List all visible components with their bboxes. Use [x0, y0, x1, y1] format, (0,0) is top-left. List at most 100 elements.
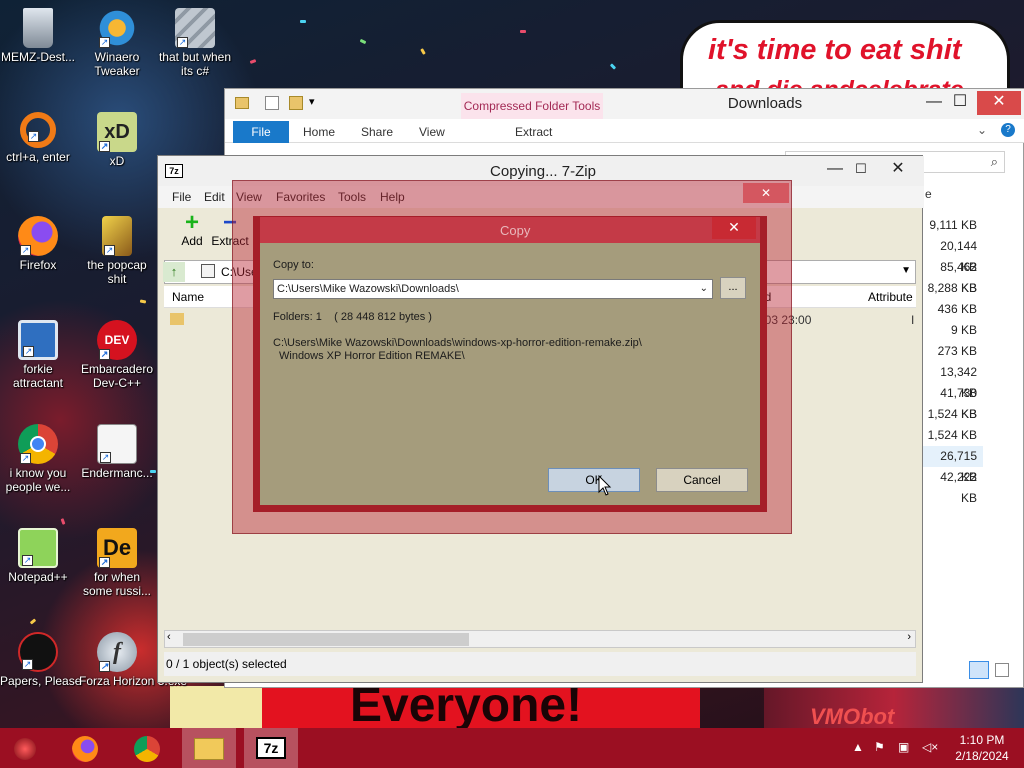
horizontal-scrollbar[interactable]: ‹ › [164, 630, 916, 648]
browse-button[interactable]: ... [720, 277, 746, 299]
source-name: Windows XP Horror Edition REMAKE\ [279, 350, 465, 362]
file-size-cell: 9,111 KB [929, 218, 977, 232]
desktop-icon-label: Papers, Please [0, 674, 82, 688]
file-size-cell: 8,288 KB [927, 281, 977, 295]
copy-dialog-close-button[interactable]: ✕ [712, 217, 756, 239]
scroll-right-icon[interactable]: › [907, 631, 911, 643]
shortcut-arrow-icon: ↗ [99, 661, 110, 672]
firefox-icon: ↗ [18, 216, 58, 256]
properties-icon[interactable] [265, 96, 279, 110]
scroll-thumb[interactable] [183, 633, 469, 646]
help-icon[interactable]: ? [1001, 123, 1015, 137]
add-button[interactable]: + Add [172, 211, 212, 249]
file-size-cell: 20,144 KB [940, 239, 977, 274]
menu-edit[interactable]: Edit [204, 190, 225, 204]
shortcut-arrow-icon: ↗ [28, 131, 39, 142]
action-center-flag-icon[interactable]: ⚑ [874, 740, 885, 754]
large-icons-view-icon[interactable] [995, 663, 1009, 677]
file-size-cell: 85,462 KB [940, 260, 977, 295]
copy-dialog-titlebar[interactable]: Copy [260, 217, 760, 243]
desktop-icon-label: i know you people we... [5, 466, 71, 494]
taskbar-7zip[interactable]: 7z [244, 728, 298, 768]
monitor-gear-icon: ↗ [18, 320, 58, 360]
sevenzip-maximize-button[interactable]: ☐ [844, 158, 878, 182]
destination-path-input[interactable]: C:\Users\Mike Wazowski\Downloads\ ⌄ [273, 279, 713, 299]
add-button-label: Add [181, 234, 203, 248]
desktop-icon-csharp[interactable]: ↗ that but when its c# [157, 8, 233, 78]
ribbon-expand-icon[interactable]: ⌄ [977, 123, 987, 137]
address-dropdown-icon[interactable]: ▼ [901, 265, 911, 276]
shortcut-arrow-icon: ↗ [99, 141, 110, 152]
desktop-icon-forza[interactable]: f ↗ Forza Horizon 5.exe [79, 632, 187, 688]
taskbar-file-explorer[interactable] [182, 728, 236, 768]
desktop-icon-label: the popcap shit [87, 258, 147, 286]
shortcut-arrow-icon: ↗ [99, 557, 110, 568]
show-hidden-icons-icon[interactable]: ▲ [852, 740, 864, 754]
volume-muted-icon[interactable]: ◁× [922, 740, 938, 754]
desktop-icon-chrome[interactable]: ↗ i know you people we... [0, 424, 76, 494]
shortcut-arrow-icon: ↗ [99, 37, 110, 48]
desktop-icon-popcap[interactable]: ↗ the popcap shit [79, 216, 155, 286]
file-size-cell: 436 KB [937, 302, 977, 316]
column-header-size[interactable]: e [925, 187, 932, 201]
taskbar: 7z ▲ ⚑ ▣ ◁× 1:10 PM 2/18/2024 [0, 728, 1024, 768]
sevenzip-close-button[interactable]: ✕ [876, 158, 920, 182]
chevron-down-icon[interactable]: ⌄ [700, 280, 708, 298]
ribbon-tab-extract[interactable]: Extract [515, 125, 552, 139]
ribbon-tab-share[interactable]: Share [361, 125, 393, 139]
close-button[interactable]: ✕ [977, 91, 1021, 115]
destination-path-value: C:\Users\Mike Wazowski\Downloads\ [277, 283, 459, 295]
quick-access-dropdown-icon[interactable]: ▾ [309, 95, 315, 108]
desktop-icon-winaero[interactable]: ↗ Winaero Tweaker [79, 8, 155, 78]
desktop-icon-papers-please[interactable]: ↗ Papers, Please [0, 632, 81, 688]
cancel-button[interactable]: Cancel [656, 468, 748, 492]
network-icon[interactable]: ▣ [898, 740, 909, 754]
ring-icon: ↗ [20, 112, 56, 148]
desktop-icon-ctrl-a[interactable]: ↗ ctrl+a, enter [0, 112, 76, 164]
ribbon-tab-view[interactable]: View [419, 125, 445, 139]
desktop-icon-firefox[interactable]: ↗ Firefox [0, 216, 76, 272]
desktop-icon-notepadpp[interactable]: ↗ Notepad++ [0, 528, 76, 584]
ribbon-tab-file[interactable]: File [233, 121, 289, 143]
desktop-icon-label: Notepad++ [8, 570, 68, 584]
shortcut-arrow-icon: ↗ [177, 37, 188, 48]
flash-icon: f ↗ [97, 632, 137, 672]
column-name[interactable]: Name [172, 290, 204, 304]
ok-button[interactable]: OK [548, 468, 640, 492]
clock[interactable]: 1:10 PM 2/18/2024 [952, 732, 1012, 764]
copy-dialog[interactable]: Copy ✕ Copy to: C:\Users\Mike Wazowski\D… [253, 216, 767, 512]
shortcut-arrow-icon: ↗ [20, 245, 31, 256]
sevenzip-title: Copying... 7-Zip [490, 163, 596, 180]
desktop-icon-de[interactable]: De ↗ for when some russi... [79, 528, 155, 598]
up-folder-icon[interactable]: ↑ [163, 262, 185, 282]
firefox-icon [72, 736, 98, 762]
shortcut-arrow-icon: ↗ [22, 555, 33, 566]
ribbon-tab-home[interactable]: Home [303, 125, 335, 139]
column-attributes[interactable]: Attribute [868, 290, 913, 304]
taskbar-firefox[interactable] [58, 728, 112, 768]
taskbar-chrome[interactable] [120, 728, 174, 768]
notepadpp-icon: ↗ [18, 528, 58, 568]
shortcut-arrow-icon: ↗ [22, 659, 33, 670]
maximize-button[interactable]: ☐ [943, 91, 977, 115]
desktop-icon-memz[interactable]: MEMZ-Dest... [0, 8, 76, 64]
scroll-left-icon[interactable]: ‹ [167, 631, 171, 643]
new-folder-icon[interactable] [289, 96, 303, 110]
shortcut-arrow-icon: ↗ [20, 453, 31, 464]
desktop-icon-forkie[interactable]: ↗ forkie attractant [0, 320, 76, 390]
desktop-icon-label: Firefox [19, 258, 57, 272]
explorer-ribbon [225, 119, 1024, 143]
wallpaper-banner-text: it's time to eat shit [708, 34, 962, 66]
desktop-icon-devcpp[interactable]: DEV ↗ Embarcadero Dev-C++ [79, 320, 155, 390]
wallpaper-band [170, 686, 262, 728]
desktop-icon-xd[interactable]: xD ↗ xD [79, 112, 155, 168]
start-button[interactable] [0, 728, 54, 768]
list-item-attr: I [911, 313, 915, 327]
menu-file[interactable]: File [172, 190, 191, 204]
explorer-titlebar[interactable]: ▾ Compressed Folder Tools Downloads — ☐ … [225, 89, 1024, 119]
sevenzip-logo-icon: 7z [165, 164, 183, 178]
details-view-icon[interactable] [969, 661, 989, 679]
desktop-icon-endermanch[interactable]: ↗ Endermanc... [79, 424, 155, 480]
compressed-folder-tools-tab[interactable]: Compressed Folder Tools [461, 93, 603, 119]
papers-please-icon: ↗ [18, 632, 58, 672]
